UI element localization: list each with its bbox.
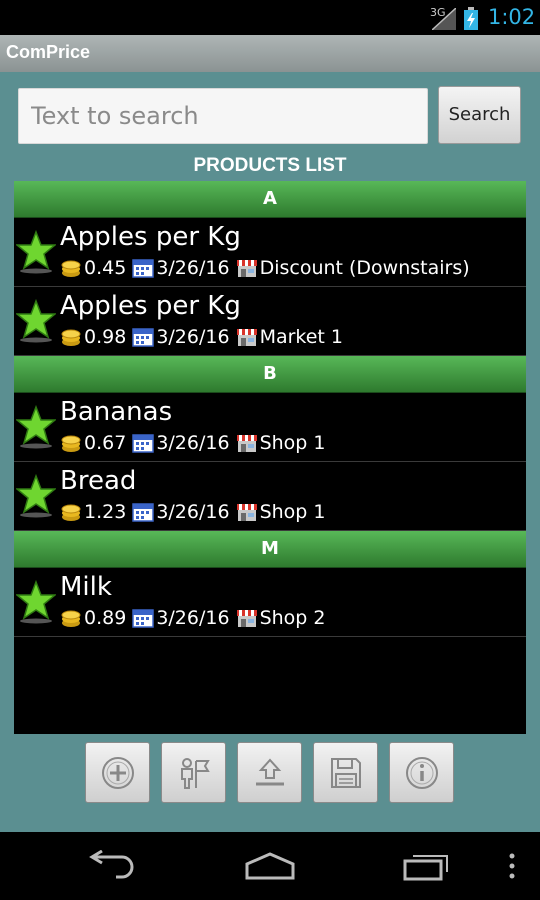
product-meta: 0.45 3/26/16 Discount (Downstairs) (60, 257, 476, 279)
product-price: 0.67 (84, 432, 127, 454)
store-icon (236, 435, 257, 452)
list-title: PRODUCTS LIST (193, 155, 347, 176)
product-price: 0.98 (84, 326, 127, 348)
star-icon (16, 474, 56, 518)
product-date: 3/26/16 (156, 257, 230, 279)
star-icon (16, 405, 56, 449)
star-icon (16, 580, 56, 624)
product-store: Market 1 (259, 326, 344, 348)
back-icon[interactable] (86, 850, 138, 882)
coins-icon (61, 610, 81, 627)
product-name: Apples per Kg (60, 291, 241, 321)
product-name: Bread (60, 466, 137, 496)
upload-icon (255, 758, 284, 785)
info-icon (405, 756, 438, 789)
action-bar: ComPrice (0, 35, 540, 72)
product-price: 0.45 (84, 257, 127, 279)
recent-apps-icon[interactable] (403, 850, 453, 882)
home-icon[interactable] (243, 850, 297, 882)
star-icon (16, 299, 56, 343)
save-icon (330, 757, 361, 788)
product-meta: 0.98 3/26/16 Market 1 (60, 326, 349, 348)
main-content: Search PRODUCTS LIST A Apples per Kg 0.4… (0, 72, 540, 832)
section-header-b: B (14, 356, 526, 393)
product-name: Apples per Kg (60, 222, 241, 252)
store-icon (236, 610, 257, 627)
list-item[interactable]: Milk 0.89 3/26/16 Shop 2 (14, 568, 526, 637)
product-store: Shop 2 (259, 607, 326, 629)
calendar-icon (132, 503, 155, 522)
section-header-m: M (14, 531, 526, 568)
clock: 1:02 (488, 5, 536, 29)
product-price: 1.23 (84, 501, 127, 523)
export-button[interactable] (237, 742, 302, 803)
product-name: Milk (60, 572, 112, 602)
search-input[interactable] (18, 88, 428, 144)
coins-icon (61, 329, 81, 346)
product-price: 0.89 (84, 607, 127, 629)
overflow-menu-icon[interactable] (506, 850, 518, 882)
search-button[interactable]: Search (438, 86, 521, 144)
product-meta: 0.67 3/26/16 Shop 1 (60, 432, 331, 454)
product-meta: 1.23 3/26/16 Shop 1 (60, 501, 331, 523)
person-flag-icon (180, 757, 210, 789)
info-button[interactable] (389, 742, 454, 803)
section-header-a: A (14, 181, 526, 218)
store-icon (236, 329, 257, 346)
app-title: ComPrice (6, 42, 91, 62)
list-item[interactable]: Apples per Kg 0.98 3/26/16 Market 1 (14, 287, 526, 356)
list-item[interactable]: Bread 1.23 3/26/16 Shop 1 (14, 462, 526, 531)
calendar-icon (132, 609, 155, 628)
add-product-button[interactable] (85, 742, 150, 803)
coins-icon (61, 504, 81, 521)
stores-button[interactable] (161, 742, 226, 803)
calendar-icon (132, 328, 155, 347)
store-icon (236, 260, 257, 277)
network-type: 3G (430, 6, 446, 19)
product-date: 3/26/16 (156, 501, 230, 523)
status-bar: 3G 1:02 (0, 0, 540, 35)
product-store: Shop 1 (259, 432, 326, 454)
list-item[interactable]: Bananas 0.67 3/26/16 Shop 1 (14, 393, 526, 462)
product-date: 3/26/16 (156, 326, 230, 348)
add-icon (101, 756, 134, 789)
coins-icon (61, 435, 81, 452)
calendar-icon (132, 434, 155, 453)
star-icon (16, 230, 56, 274)
calendar-icon (132, 259, 155, 278)
product-date: 3/26/16 (156, 607, 230, 629)
coins-icon (61, 260, 81, 277)
product-store: Discount (Downstairs) (259, 257, 470, 279)
product-date: 3/26/16 (156, 432, 230, 454)
list-item[interactable]: Apples per Kg 0.45 3/26/16 Discount (Dow… (14, 218, 526, 287)
system-nav-bar (0, 832, 540, 900)
save-button[interactable] (313, 742, 378, 803)
products-list[interactable]: A Apples per Kg 0.45 3/26/16 Discount (D… (14, 181, 526, 734)
product-name: Bananas (60, 397, 173, 427)
store-icon (236, 504, 257, 521)
battery-icon (464, 7, 478, 30)
product-store: Shop 1 (259, 501, 326, 523)
product-meta: 0.89 3/26/16 Shop 2 (60, 607, 331, 629)
